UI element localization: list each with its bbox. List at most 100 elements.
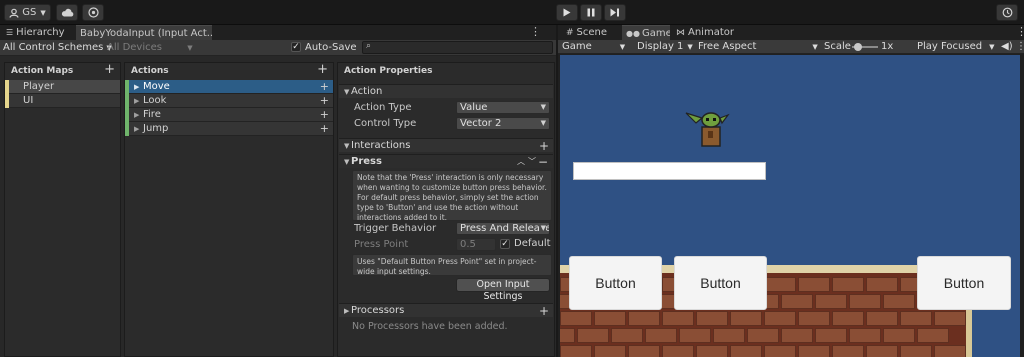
control-type-label: Control Type bbox=[354, 118, 417, 129]
game-button[interactable]: Button bbox=[917, 256, 1011, 310]
control-type-dropdown[interactable]: Vector 2 ▼ bbox=[456, 117, 550, 130]
account-dropdown[interactable]: GS ▼ bbox=[4, 4, 51, 21]
open-input-settings-button[interactable]: Open Input Settings bbox=[456, 278, 550, 302]
action-section-header[interactable]: ▼ Action bbox=[339, 84, 553, 98]
brick-tile bbox=[832, 311, 864, 326]
tab-menu-icon[interactable]: ⋮ bbox=[530, 25, 541, 39]
expand-icon[interactable]: ▶ bbox=[134, 122, 139, 136]
caret-down-icon: ▼ bbox=[187, 44, 193, 52]
devices-label: All Devices bbox=[107, 42, 162, 53]
account-label: GS bbox=[22, 7, 37, 18]
press-section-header[interactable]: ▼ Press ︿ ﹀ − bbox=[339, 154, 553, 169]
expand-icon: ▶ bbox=[344, 307, 350, 315]
input-actions-editor: All Control Schemes ▼ All Devices ▼ ✓ Au… bbox=[0, 40, 556, 357]
devices-dropdown[interactable]: All Devices ▼ bbox=[107, 41, 193, 55]
collab-button[interactable] bbox=[82, 4, 104, 21]
brick-tile bbox=[900, 311, 932, 326]
tab-hierarchy[interactable]: ☰ Hierarchy bbox=[2, 25, 74, 40]
add-binding-icon[interactable]: + bbox=[320, 108, 329, 122]
pause-button[interactable] bbox=[580, 4, 602, 21]
tab-input-actions[interactable]: BabyYodaInput (Input Act... bbox=[76, 25, 212, 40]
processors-section-header[interactable]: ▶ Processors + bbox=[339, 303, 553, 318]
game-toolbar: Game ▼ Display 1 ▼ Free Aspect ▼ Scale 1x P… bbox=[558, 40, 1024, 54]
aspect-dropdown[interactable]: Free Aspect ▼ bbox=[698, 40, 818, 54]
step-button[interactable] bbox=[604, 4, 626, 21]
brick-tile bbox=[934, 345, 966, 357]
tab-animator-label: Animator bbox=[688, 27, 734, 38]
game-canvas[interactable]: Button Button Button bbox=[560, 55, 1020, 357]
press-point-label: Press Point bbox=[354, 239, 409, 250]
brick-tile bbox=[849, 294, 881, 309]
display-dropdown[interactable]: Display 1 ▼ bbox=[637, 40, 693, 54]
default-label: Default bbox=[514, 238, 551, 249]
press-point-field[interactable]: 0.5 bbox=[456, 238, 496, 251]
history-button[interactable] bbox=[996, 4, 1018, 21]
cloud-button[interactable] bbox=[56, 4, 78, 21]
game-menu-icon[interactable]: ⋮ bbox=[1016, 40, 1024, 54]
caret-down-icon: ▼ bbox=[619, 43, 626, 51]
action-row[interactable]: ▶ Look + bbox=[125, 94, 333, 108]
default-checkbox[interactable]: ✓ bbox=[500, 239, 510, 249]
action-maps-header: Action Maps bbox=[5, 63, 120, 79]
audio-icon[interactable]: ◀) bbox=[1001, 40, 1013, 54]
action-color-strip bbox=[125, 122, 129, 136]
brick-tile bbox=[628, 311, 660, 326]
move-down-icon[interactable]: ﹀ bbox=[528, 155, 536, 169]
expand-icon[interactable]: ▶ bbox=[134, 108, 139, 122]
left-tab-strip: ☰ Hierarchy BabyYodaInput (Input Act... ⋮ bbox=[0, 25, 556, 40]
expand-icon[interactable]: ▶ bbox=[134, 80, 139, 94]
add-action-button[interactable]: + bbox=[317, 63, 328, 77]
add-binding-icon[interactable]: + bbox=[320, 80, 329, 94]
main-toolbar: GS ▼ bbox=[0, 0, 1024, 25]
brick-tile bbox=[866, 311, 898, 326]
control-schemes-dropdown[interactable]: All Control Schemes ▼ bbox=[3, 41, 112, 55]
search-input[interactable]: ⌕ bbox=[362, 41, 553, 54]
control-schemes-label: All Control Schemes bbox=[3, 42, 104, 53]
game-tab-menu-icon[interactable]: ⋮ bbox=[1016, 25, 1024, 39]
no-processors-text: No Processors have been added. bbox=[352, 321, 508, 332]
action-row[interactable]: ▶ Fire + bbox=[125, 108, 333, 122]
caret-down-icon: ▼ bbox=[687, 43, 693, 51]
brick-tile bbox=[764, 277, 796, 292]
scale-value: 1x bbox=[881, 41, 894, 52]
add-binding-icon[interactable]: + bbox=[320, 122, 329, 136]
expand-icon[interactable]: ▶ bbox=[134, 94, 139, 108]
move-up-icon[interactable]: ︿ bbox=[517, 155, 525, 169]
action-map-row[interactable]: Player bbox=[5, 80, 120, 94]
tab-game[interactable]: ●● Game bbox=[622, 25, 670, 40]
play-button[interactable] bbox=[556, 4, 578, 21]
game-view-window: Game ▼ Display 1 ▼ Free Aspect ▼ Scale 1x P… bbox=[558, 40, 1024, 357]
add-action-map-button[interactable]: + bbox=[104, 63, 115, 77]
action-type-dropdown[interactable]: Value ▼ bbox=[456, 101, 550, 114]
auto-save-checkbox[interactable]: ✓ bbox=[291, 42, 301, 52]
action-row[interactable]: ▶ Move + bbox=[125, 80, 333, 94]
search-icon: ⌕ bbox=[366, 41, 372, 51]
action-map-row[interactable]: UI bbox=[5, 94, 120, 108]
game-button[interactable]: Button bbox=[674, 256, 767, 310]
tab-animator[interactable]: ⋈ Animator bbox=[672, 25, 742, 40]
brick-tile bbox=[781, 294, 813, 309]
scale-slider-handle[interactable] bbox=[854, 43, 862, 51]
brick-tile bbox=[730, 311, 762, 326]
add-interaction-icon[interactable]: + bbox=[539, 139, 549, 153]
play-focused-dropdown[interactable]: Play Focused ▼ bbox=[917, 40, 994, 54]
action-color-strip bbox=[125, 80, 129, 94]
action-row[interactable]: ▶ Jump + bbox=[125, 122, 333, 136]
action-label: Look bbox=[143, 95, 167, 106]
input-field-bar[interactable] bbox=[573, 162, 766, 180]
caret-down-icon: ▼ bbox=[812, 43, 818, 51]
caret-down-icon: ▼ bbox=[989, 43, 995, 51]
brick-tile bbox=[560, 328, 575, 343]
chevron-down-icon: ▼ bbox=[540, 103, 546, 111]
game-button[interactable]: Button bbox=[569, 256, 662, 310]
tab-scene[interactable]: # Scene bbox=[562, 25, 620, 40]
remove-icon[interactable]: − bbox=[538, 155, 548, 169]
game-mode-dropdown[interactable]: Game ▼ bbox=[562, 40, 625, 54]
action-type-label: Action Type bbox=[354, 102, 412, 113]
trigger-behavior-dropdown[interactable]: Press And Release ▼ bbox=[456, 222, 550, 235]
auto-save-label: Auto-Save bbox=[305, 42, 357, 53]
add-processor-icon[interactable]: + bbox=[539, 304, 549, 318]
brick-tile bbox=[713, 328, 745, 343]
interactions-section-header[interactable]: ▼ Interactions + bbox=[339, 138, 553, 153]
add-binding-icon[interactable]: + bbox=[320, 94, 329, 108]
